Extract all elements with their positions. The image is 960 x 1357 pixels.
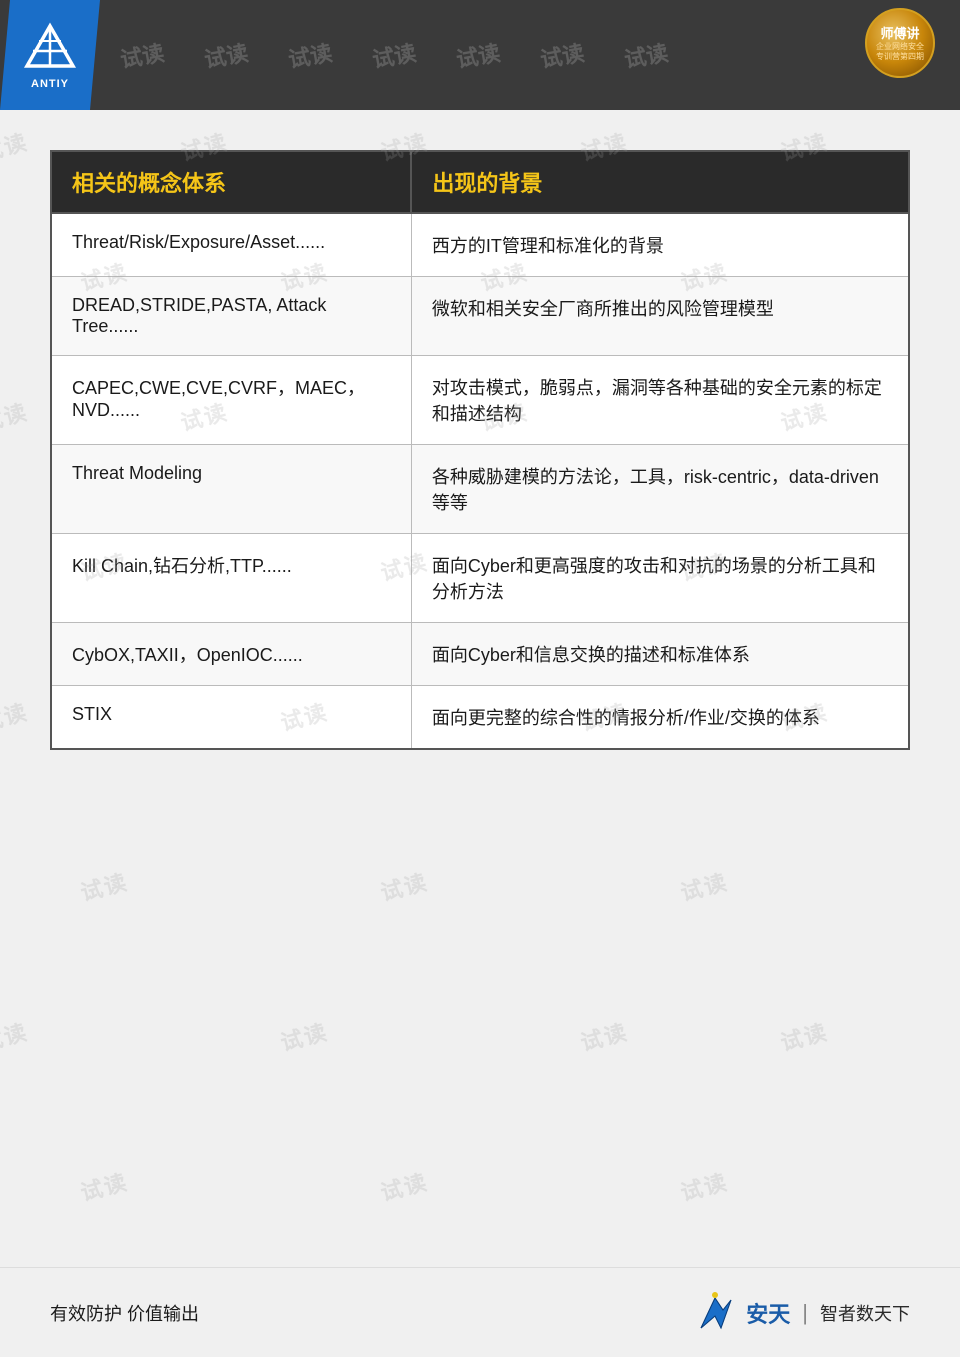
table-row: Threat Modeling 各种威胁建模的方法论，工具，risk-centr… xyxy=(51,445,909,534)
row2-col2: 微软和相关安全厂商所推出的风险管理模型 xyxy=(411,277,909,356)
wm-30: 试读 xyxy=(677,1164,732,1207)
wm-24: 试读 xyxy=(0,1014,31,1057)
row3-col2: 对攻击模式，脆弱点，漏洞等各种基础的安全元素的标定和描述结构 xyxy=(411,356,909,445)
header-watermarks: 试读 试读 试读 试读 试读 试读 试读 xyxy=(100,39,960,71)
logo: ANTIY xyxy=(0,0,100,110)
wm-23: 试读 xyxy=(677,864,732,907)
footer-logo-brand: 安天 xyxy=(746,1297,790,1329)
row7-col1: STIX xyxy=(51,686,411,750)
row2-col1: DREAD,STRIDE,PASTA, Attack Tree...... xyxy=(51,277,411,356)
badge-circle: 师傅讲 企业网络安全专训营第四期 xyxy=(865,8,935,78)
footer-logo-divider: | xyxy=(802,1300,808,1326)
table-row: STIX 面向更完整的综合性的情报分析/作业/交换的体系 xyxy=(51,686,909,750)
header-wm-4: 试读 xyxy=(370,39,419,71)
header-wm-3: 试读 xyxy=(286,39,335,71)
logo-text: ANTIY xyxy=(31,78,69,90)
content-table: 相关的概念体系 出现的背景 Threat/Risk/Exposure/Asset… xyxy=(50,150,910,750)
wm-26: 试读 xyxy=(577,1014,632,1057)
table-row: CybOX,TAXII，OpenIOC...... 面向Cyber和信息交换的描… xyxy=(51,623,909,686)
footer-logo-icon xyxy=(693,1290,738,1335)
header-wm-6: 试读 xyxy=(538,39,587,71)
wm-25: 试读 xyxy=(277,1014,332,1057)
row1-col2: 西方的IT管理和标准化的背景 xyxy=(411,213,909,277)
wm-29: 试读 xyxy=(377,1164,432,1207)
wm-27: 试读 xyxy=(777,1014,832,1057)
footer-logo-sub: 智者数天下 xyxy=(820,1300,910,1326)
row6-col2: 面向Cyber和信息交换的描述和标准体系 xyxy=(411,623,909,686)
row3-col1: CAPEC,CWE,CVE,CVRF，MAEC，NVD...... xyxy=(51,356,411,445)
table-row: Kill Chain,钻石分析,TTP...... 面向Cyber和更高强度的攻… xyxy=(51,534,909,623)
wm-28: 试读 xyxy=(77,1164,132,1207)
header: ANTIY 试读 试读 试读 试读 试读 试读 试读 师傅讲 企业网络安全专训营… xyxy=(0,0,960,110)
logo-icon xyxy=(23,21,78,76)
main-content: 相关的概念体系 出现的背景 Threat/Risk/Exposure/Asset… xyxy=(0,110,960,780)
header-badge: 师傅讲 企业网络安全专训营第四期 xyxy=(850,5,950,80)
footer-logo: 安天 | 智者数天下 xyxy=(693,1290,910,1335)
footer: 有效防护 价值输出 安天 | 智者数天下 xyxy=(0,1267,960,1357)
header-wm-7: 试读 xyxy=(622,39,671,71)
row4-col1: Threat Modeling xyxy=(51,445,411,534)
badge-main-text: 师傅讲 xyxy=(880,23,919,42)
table-row: DREAD,STRIDE,PASTA, Attack Tree...... 微软… xyxy=(51,277,909,356)
row5-col1: Kill Chain,钻石分析,TTP...... xyxy=(51,534,411,623)
wm-21: 试读 xyxy=(77,864,132,907)
badge-sub-text: 企业网络安全专训营第四期 xyxy=(876,42,924,61)
header-wm-2: 试读 xyxy=(202,39,251,71)
row5-col2: 面向Cyber和更高强度的攻击和对抗的场景的分析工具和分析方法 xyxy=(411,534,909,623)
table-row: CAPEC,CWE,CVE,CVRF，MAEC，NVD...... 对攻击模式，… xyxy=(51,356,909,445)
row6-col1: CybOX,TAXII，OpenIOC...... xyxy=(51,623,411,686)
wm-22: 试读 xyxy=(377,864,432,907)
header-wm-1: 试读 xyxy=(118,39,167,71)
col1-header: 相关的概念体系 xyxy=(51,151,411,213)
col2-header: 出现的背景 xyxy=(411,151,909,213)
row1-col1: Threat/Risk/Exposure/Asset...... xyxy=(51,213,411,277)
row7-col2: 面向更完整的综合性的情报分析/作业/交换的体系 xyxy=(411,686,909,750)
footer-slogan: 有效防护 价值输出 xyxy=(50,1300,199,1326)
header-wm-5: 试读 xyxy=(454,39,503,71)
table-row: Threat/Risk/Exposure/Asset...... 西方的IT管理… xyxy=(51,213,909,277)
row4-col2: 各种威胁建模的方法论，工具，risk-centric，data-driven等等 xyxy=(411,445,909,534)
